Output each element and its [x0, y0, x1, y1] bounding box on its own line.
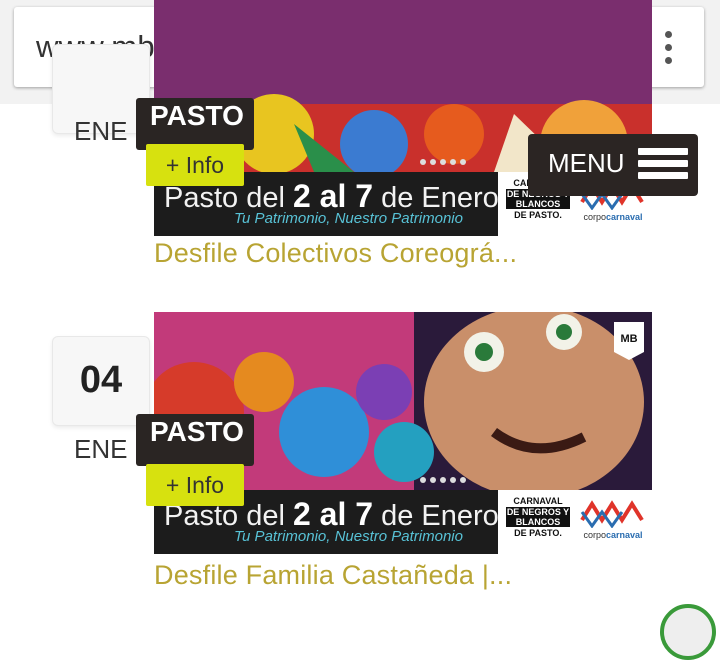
- menu-label: MENU: [548, 148, 625, 178]
- overflow-menu-icon[interactable]: [662, 31, 674, 65]
- date-day: 04: [79, 359, 123, 401]
- date-month: ENE: [74, 116, 128, 146]
- menu-button[interactable]: MENU: [528, 134, 698, 196]
- city-label: PASTO: [136, 98, 254, 150]
- date-month: ENE: [74, 434, 128, 464]
- carnaval-logo: CARNAVAL DE NEGROS Y BLANCOS DE PASTO.: [506, 496, 570, 538]
- more-info-button[interactable]: + Info: [146, 464, 244, 506]
- date-tile: 04: [52, 336, 150, 426]
- carousel-dots[interactable]: [420, 470, 470, 488]
- city-label: PASTO: [136, 414, 254, 466]
- event-title-link[interactable]: Desfile Colectivos Coreográ...: [154, 238, 517, 269]
- carousel-dots[interactable]: [420, 152, 470, 170]
- more-info-button[interactable]: + Info: [146, 144, 244, 186]
- corpocarnaval-logo: corpocarnaval: [578, 494, 648, 550]
- svg-text:MB: MB: [620, 333, 637, 345]
- hamburger-icon: [638, 148, 688, 184]
- scroll-top-button[interactable]: [660, 604, 716, 660]
- event-title-link[interactable]: Desfile Familia Castañeda |...: [154, 560, 512, 591]
- sponsor-logos: CARNAVAL DE NEGROS Y BLANCOS DE PASTO. c…: [498, 490, 652, 554]
